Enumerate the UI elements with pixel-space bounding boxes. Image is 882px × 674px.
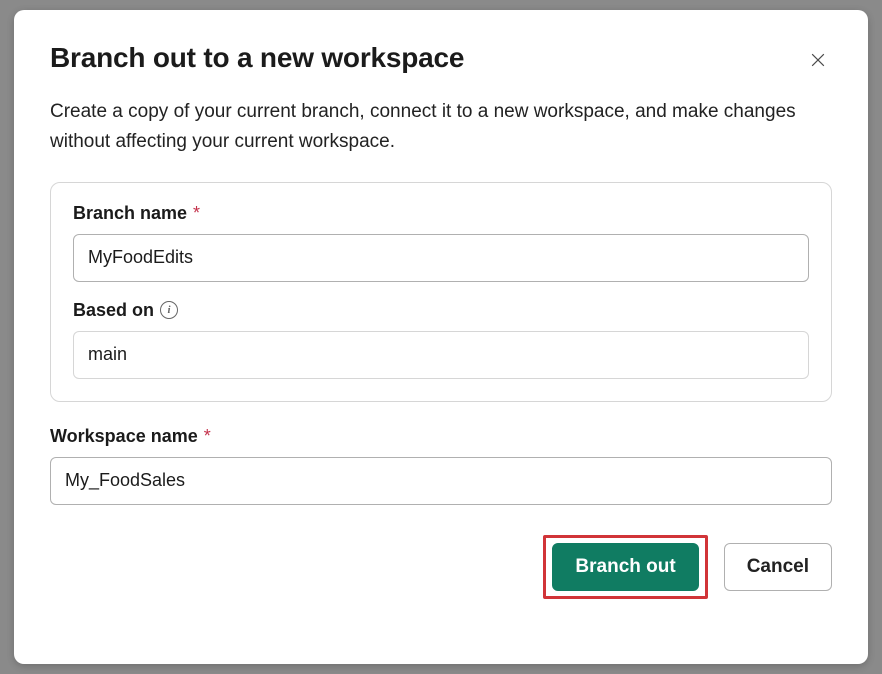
dialog-description: Create a copy of your current branch, co…	[50, 97, 832, 158]
workspace-name-label-text: Workspace name	[50, 426, 198, 447]
based-on-label-text: Based on	[73, 300, 154, 321]
required-indicator: *	[204, 426, 211, 447]
based-on-label: Based on i	[73, 300, 809, 321]
workspace-name-input[interactable]	[50, 457, 832, 505]
workspace-name-field: Workspace name *	[50, 426, 832, 505]
required-indicator: *	[193, 203, 200, 224]
based-on-field: Based on i main	[73, 300, 809, 379]
info-icon[interactable]: i	[160, 301, 178, 319]
workspace-name-label: Workspace name *	[50, 426, 832, 447]
dialog-title: Branch out to a new workspace	[50, 42, 464, 74]
close-icon	[808, 50, 828, 70]
dialog-header: Branch out to a new workspace	[50, 42, 832, 77]
branch-out-button[interactable]: Branch out	[552, 543, 698, 591]
based-on-value: main	[73, 331, 809, 379]
branch-name-input[interactable]	[73, 234, 809, 282]
branch-fields-group: Branch name * Based on i main	[50, 182, 832, 402]
branch-out-dialog: Branch out to a new workspace Create a c…	[14, 10, 868, 664]
branch-name-field: Branch name *	[73, 203, 809, 282]
cancel-button[interactable]: Cancel	[724, 543, 832, 591]
branch-name-label: Branch name *	[73, 203, 809, 224]
close-button[interactable]	[804, 46, 832, 77]
based-on-value-text: main	[88, 344, 127, 365]
primary-button-highlight: Branch out	[543, 535, 707, 599]
branch-name-label-text: Branch name	[73, 203, 187, 224]
dialog-footer: Branch out Cancel	[50, 535, 832, 599]
